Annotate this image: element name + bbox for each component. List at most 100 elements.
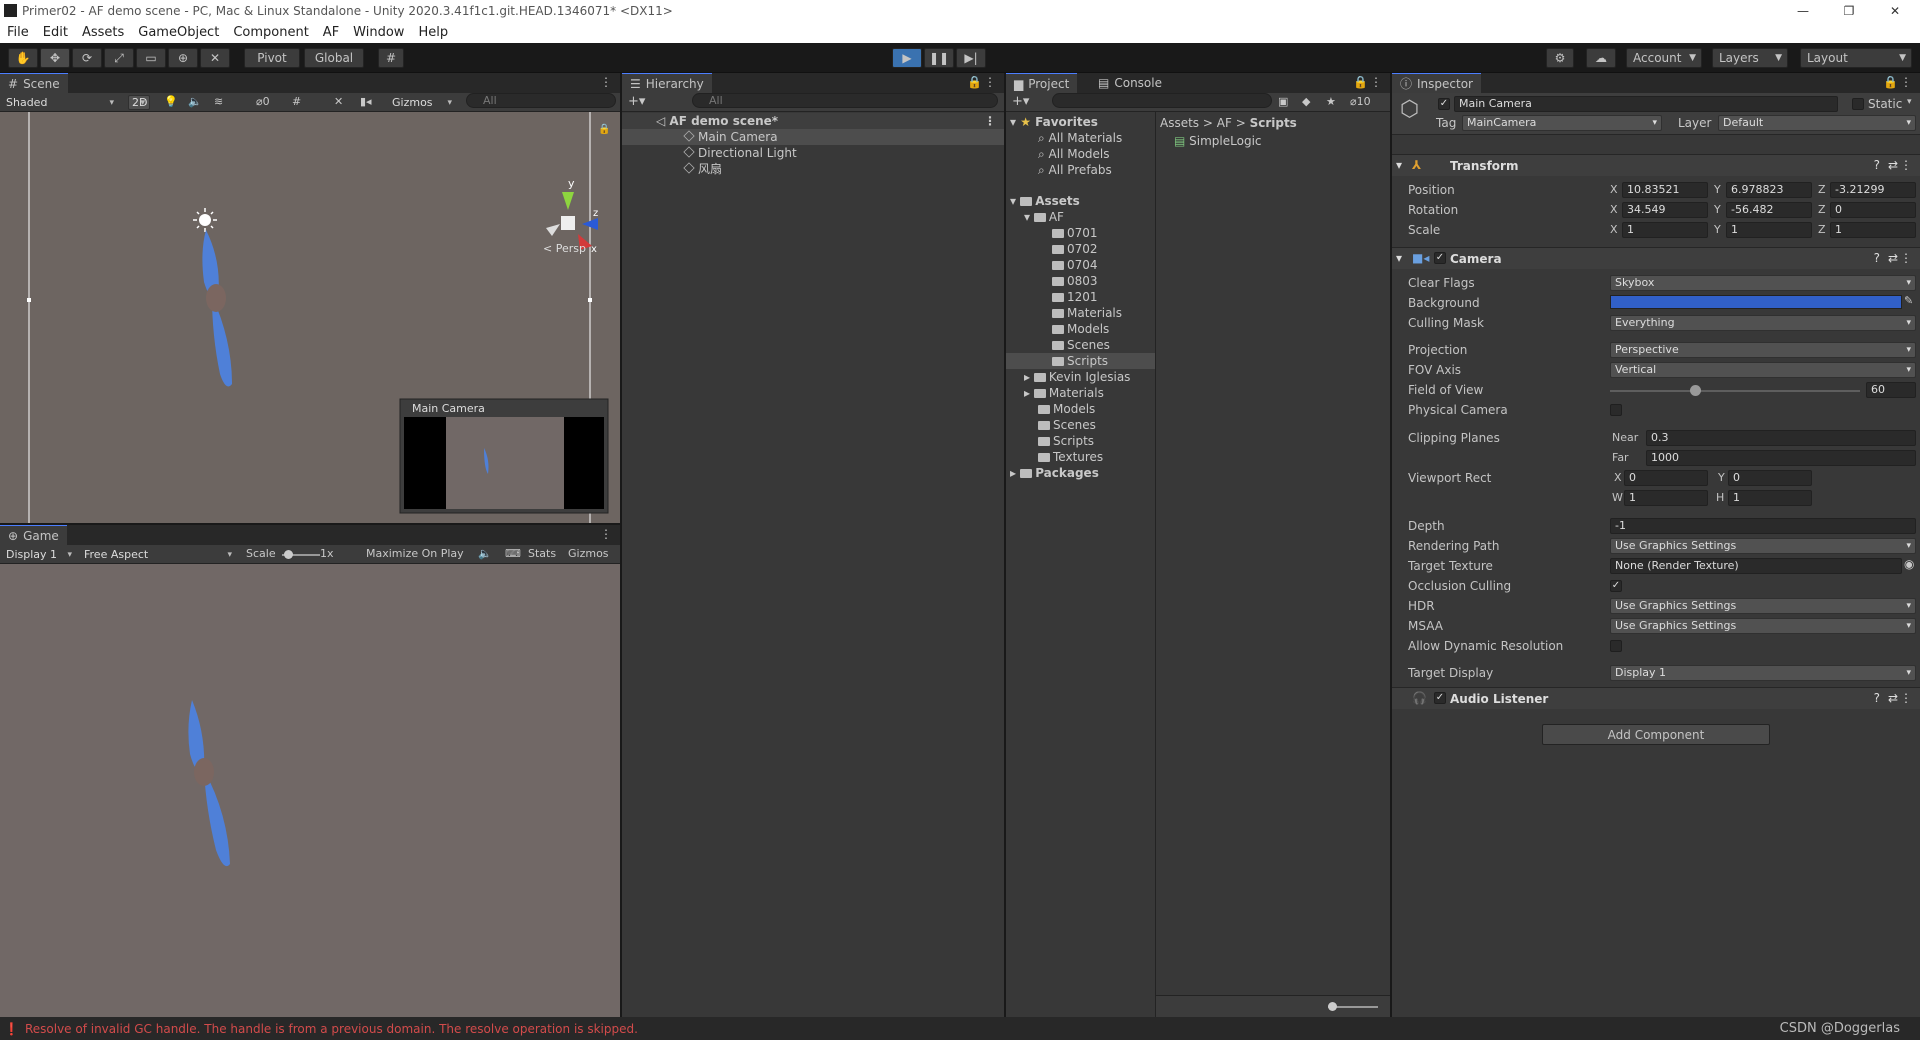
- cloud-icon[interactable]: ☁: [1586, 48, 1616, 68]
- camera-enabled-checkbox[interactable]: ✓: [1434, 252, 1446, 264]
- custom-tool-icon[interactable]: ✕: [200, 48, 230, 68]
- create-add-icon[interactable]: +▾: [628, 94, 645, 109]
- axis-z-label[interactable]: Z: [1818, 183, 1826, 196]
- menu-assets[interactable]: Assets: [75, 25, 131, 40]
- play-button[interactable]: ▶: [892, 48, 922, 68]
- 2d-toggle[interactable]: 2D: [128, 95, 150, 110]
- layer-dropdown[interactable]: Default: [1718, 115, 1916, 131]
- tree-folder[interactable]: ▸ Kevin Iglesias: [1024, 369, 1130, 385]
- viewport-y-field[interactable]: 0: [1728, 470, 1812, 486]
- pause-button[interactable]: ❚❚: [924, 48, 954, 68]
- rendering-path-dropdown[interactable]: Use Graphics Settings: [1610, 538, 1916, 554]
- more-menu-icon[interactable]: ⋮: [1900, 251, 1912, 265]
- depth-field[interactable]: -1: [1610, 518, 1916, 534]
- more-menu-icon[interactable]: ⋮: [984, 113, 996, 129]
- presets-icon[interactable]: ⇄: [1888, 251, 1898, 265]
- tree-folder[interactable]: ▸ Materials: [1024, 385, 1104, 401]
- icon-size-slider-handle[interactable]: [1328, 1002, 1337, 1011]
- tree-folder-selected[interactable]: Scripts: [1006, 353, 1155, 369]
- more-menu-icon[interactable]: ⋮: [1900, 75, 1912, 89]
- hand-tool-icon[interactable]: ✋: [8, 48, 38, 68]
- help-icon[interactable]: ?: [1874, 691, 1880, 705]
- menu-window[interactable]: Window: [346, 25, 411, 40]
- fov-slider[interactable]: [1610, 390, 1860, 392]
- axis-w-label[interactable]: W: [1612, 491, 1623, 504]
- restore-button[interactable]: ❐: [1826, 0, 1872, 22]
- audio-listener-header[interactable]: 🎧 ✓ Audio Listener ? ⇄ ⋮: [1392, 687, 1920, 709]
- aspect-dropdown[interactable]: Free Aspect: [80, 547, 236, 562]
- more-menu-icon[interactable]: ⋮: [600, 75, 612, 89]
- lock-icon[interactable]: 🔒: [1353, 75, 1368, 89]
- tab-console[interactable]: ▤ Console: [1090, 73, 1170, 93]
- display-dropdown[interactable]: Display 1: [2, 547, 76, 562]
- project-search-input[interactable]: [1052, 93, 1272, 108]
- file-item-simplelogic[interactable]: ▤ SimpleLogic: [1174, 133, 1262, 149]
- hierarchy-search-input[interactable]: All: [692, 93, 998, 108]
- frustum-handle[interactable]: [27, 298, 31, 302]
- target-display-dropdown[interactable]: Display 1: [1610, 665, 1916, 681]
- tree-folder[interactable]: 0803: [1052, 273, 1098, 289]
- collab-icon[interactable]: ⚙: [1546, 48, 1574, 68]
- scale-slider-handle[interactable]: [284, 550, 293, 559]
- tree-folder[interactable]: Models: [1052, 321, 1109, 337]
- mute-audio-icon[interactable]: 🔈: [478, 547, 492, 560]
- more-menu-icon[interactable]: ⋮: [984, 75, 996, 89]
- shading-dropdown[interactable]: Shaded: [2, 95, 118, 110]
- presets-icon[interactable]: ⇄: [1888, 158, 1898, 172]
- camera-header[interactable]: ▾ ■◂ ✓ Camera ? ⇄ ⋮: [1392, 247, 1920, 269]
- physical-camera-checkbox[interactable]: [1610, 404, 1622, 416]
- menu-help[interactable]: Help: [411, 25, 455, 40]
- tree-folder[interactable]: Textures: [1038, 449, 1103, 465]
- tree-folder[interactable]: Materials: [1052, 305, 1122, 321]
- tree-folder[interactable]: Scenes: [1052, 337, 1110, 353]
- gizmos-toggle[interactable]: Gizmos: [568, 547, 609, 560]
- move-tool-icon[interactable]: ✥: [40, 48, 70, 68]
- favorite-star-icon[interactable]: ★: [1326, 95, 1336, 108]
- scene-viewport[interactable]: y x z < Persp 🔒 Main Camera: [0, 112, 620, 523]
- axis-x-label[interactable]: X: [1614, 471, 1622, 484]
- rotation-z-field[interactable]: 0: [1830, 202, 1916, 218]
- position-y-field[interactable]: 6.978823: [1726, 182, 1812, 198]
- near-field[interactable]: 0.3: [1646, 430, 1916, 446]
- perspective-label[interactable]: < Persp: [543, 242, 586, 255]
- static-checkbox[interactable]: [1852, 98, 1864, 110]
- rect-tool-icon[interactable]: ▭: [136, 48, 166, 68]
- menu-gameobject[interactable]: GameObject: [131, 25, 226, 40]
- position-x-field[interactable]: 10.83521: [1622, 182, 1708, 198]
- object-name-field[interactable]: Main Camera: [1454, 96, 1838, 112]
- presets-icon[interactable]: ⇄: [1888, 691, 1898, 705]
- static-dropdown[interactable]: Static: [1868, 97, 1902, 111]
- fov-field[interactable]: 60: [1866, 382, 1916, 398]
- axis-y-label[interactable]: Y: [1718, 471, 1725, 484]
- filter-type-icon[interactable]: ▣: [1278, 95, 1288, 108]
- gizmos-dropdown[interactable]: Gizmos: [388, 95, 456, 110]
- tab-scene[interactable]: # Scene: [0, 73, 68, 93]
- maximize-on-play-toggle[interactable]: Maximize On Play: [366, 547, 464, 560]
- viewport-w-field[interactable]: 1: [1624, 490, 1708, 506]
- msaa-dropdown[interactable]: Use Graphics Settings: [1610, 618, 1916, 634]
- tree-folder[interactable]: Models: [1038, 401, 1095, 417]
- keyboard-icon[interactable]: ⌨: [505, 547, 521, 560]
- close-button[interactable]: ✕: [1872, 0, 1918, 22]
- axis-z-label[interactable]: Z: [1818, 203, 1826, 216]
- tree-packages[interactable]: ▸ Packages: [1010, 465, 1099, 481]
- pivot-toggle[interactable]: Pivot: [244, 48, 300, 68]
- axis-y-label[interactable]: Y: [1714, 223, 1721, 236]
- tab-hierarchy[interactable]: ☰ Hierarchy: [622, 73, 712, 93]
- axis-h-label[interactable]: H: [1716, 491, 1724, 504]
- tree-folder[interactable]: Scripts: [1038, 433, 1094, 449]
- hidden-objects-icon[interactable]: ⌀0: [256, 95, 270, 108]
- tree-folder[interactable]: 1201: [1052, 289, 1098, 305]
- more-menu-icon[interactable]: ⋮: [600, 527, 612, 541]
- transform-tool-icon[interactable]: ⊕: [168, 48, 198, 68]
- scene-root-item[interactable]: ◁ AF demo scene* ⋮: [622, 113, 1004, 129]
- occlusion-culling-checkbox[interactable]: ✓: [1610, 580, 1622, 592]
- tree-assets[interactable]: ▾ Assets: [1010, 193, 1080, 209]
- clear-flags-dropdown[interactable]: Skybox: [1610, 275, 1916, 291]
- breadcrumb-item[interactable]: Scripts: [1250, 116, 1297, 130]
- tree-folder[interactable]: 0701: [1052, 225, 1098, 241]
- more-menu-icon[interactable]: ⋮: [1900, 158, 1912, 172]
- target-texture-field[interactable]: None (Render Texture): [1610, 558, 1902, 574]
- frustum-handle[interactable]: [588, 298, 592, 302]
- dynamic-resolution-checkbox[interactable]: [1610, 640, 1622, 652]
